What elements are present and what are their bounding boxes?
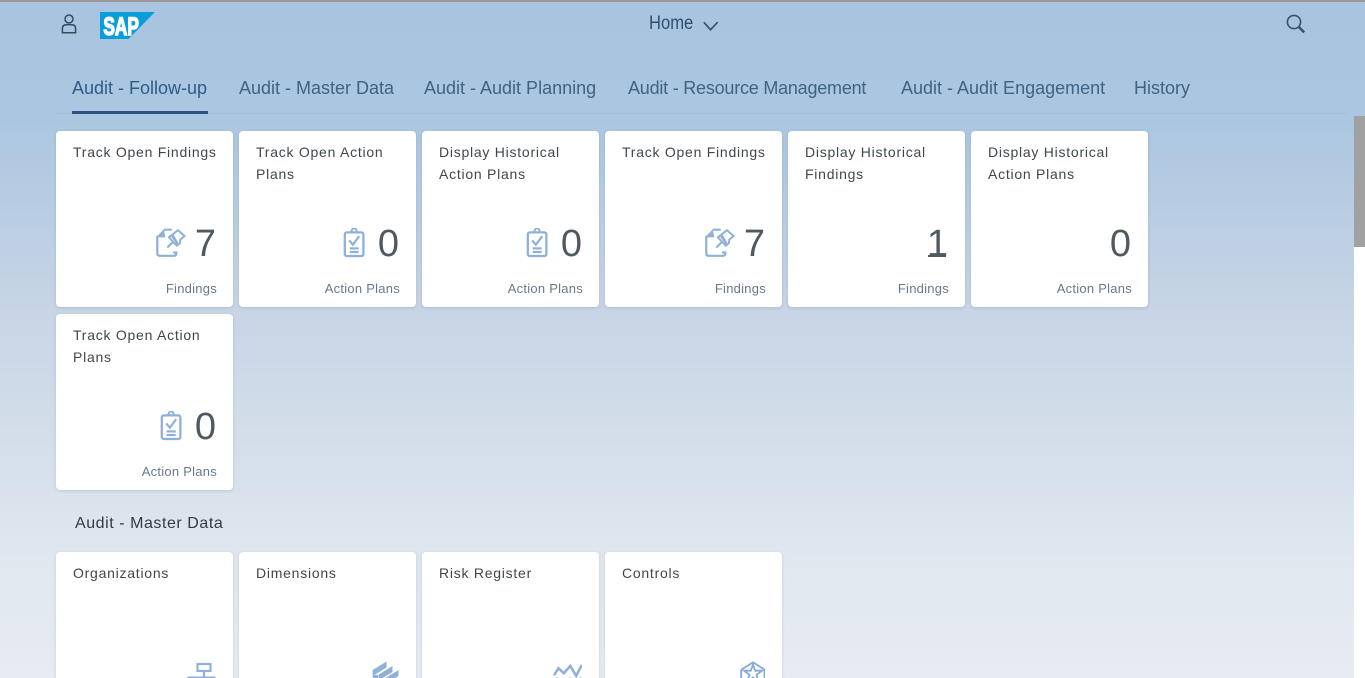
svg-text:SAP: SAP — [103, 13, 138, 39]
